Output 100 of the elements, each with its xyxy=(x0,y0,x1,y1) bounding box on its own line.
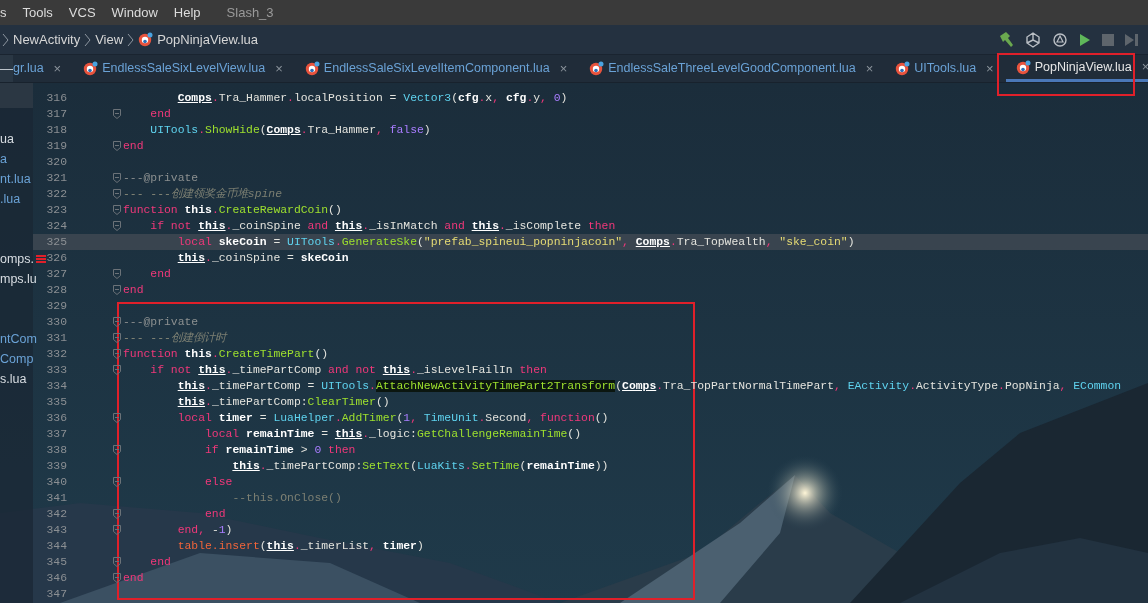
code-line: --- ---创建领奖金币堆spine xyxy=(122,186,283,202)
editor-tab[interactable]: EndlessSaleSixLevelItemComponent.lua × xyxy=(294,55,580,82)
line-number: 330 xyxy=(45,315,67,330)
line-number: 339 xyxy=(45,459,67,474)
line-number: 327 xyxy=(45,267,67,282)
code-line: ---@private xyxy=(122,315,199,330)
fold-icon[interactable] xyxy=(113,269,121,279)
file-name[interactable]: ntCom xyxy=(0,332,37,346)
close-icon[interactable]: × xyxy=(559,58,568,79)
chevron-icon xyxy=(2,32,9,47)
collapse-button[interactable]: — xyxy=(0,55,13,82)
code-line: end xyxy=(149,107,171,122)
fold-icon[interactable] xyxy=(113,573,121,583)
play-icon[interactable] xyxy=(1078,32,1092,48)
chevron-icon xyxy=(127,32,135,47)
file-name[interactable]: omps. xyxy=(0,252,35,266)
menu-item[interactable]: s xyxy=(0,2,7,23)
line-number: 337 xyxy=(45,427,67,442)
line-number: 341 xyxy=(45,491,67,506)
code-line: end xyxy=(149,555,171,570)
line-number: 329 xyxy=(45,299,67,314)
fold-icon[interactable] xyxy=(113,525,121,535)
fold-icon[interactable] xyxy=(113,349,121,359)
menu-item[interactable]: Window xyxy=(111,2,158,23)
close-icon[interactable]: × xyxy=(275,58,283,79)
stop-icon[interactable] xyxy=(1101,33,1115,47)
menu-item[interactable]: Help xyxy=(173,2,201,23)
code-line: ---@private xyxy=(122,171,199,186)
code-line: end, -1) xyxy=(176,523,233,538)
editor-tab[interactable]: EndlessSaleSixLevelView.lua × xyxy=(73,55,295,82)
breadcrumb-item[interactable]: View xyxy=(95,29,124,50)
menu-item[interactable]: Tools xyxy=(22,2,53,23)
line-number: 340 xyxy=(45,475,67,490)
close-icon[interactable]: × xyxy=(53,58,62,79)
code-line: end xyxy=(204,507,226,522)
code-line: table.insert(this._timerList, timer) xyxy=(176,539,424,554)
line-number: 323 xyxy=(45,203,67,218)
line-number: 342 xyxy=(45,507,67,522)
file-name[interactable]: a xyxy=(0,152,7,166)
fold-icon[interactable] xyxy=(113,413,121,423)
step-icon[interactable] xyxy=(1124,33,1140,47)
file-name[interactable]: mps.lu xyxy=(0,272,37,286)
fold-icon[interactable] xyxy=(113,285,121,295)
code-line: local skeCoin = UITools.GenerateSke("prefab_spineui_popninjacoin", Comps.Tra_TopWealth, "ske_coin") xyxy=(176,235,855,250)
code-line: Comps.Tra_Hammer.localPosition = Vector3(cfg.x, cfg.y, 0) xyxy=(176,91,568,106)
code-line: else xyxy=(204,475,233,490)
editor-tab[interactable]: gr.lua × xyxy=(13,55,74,82)
file-name[interactable]: nt.lua xyxy=(0,172,31,186)
line-number: 336 xyxy=(45,411,67,426)
file-icon xyxy=(138,32,154,47)
editor-tab[interactable]: EndlessSaleThreeLevelGoodComponent.lua × xyxy=(579,55,886,82)
fold-icon[interactable] xyxy=(113,221,121,231)
line-number: 335 xyxy=(45,395,67,410)
fold-icon[interactable] xyxy=(113,109,121,119)
file-name[interactable]: Comp xyxy=(0,352,34,366)
line-number: 316 xyxy=(45,91,67,106)
code-line: --this.OnClose() xyxy=(231,491,342,506)
code-line: if remainTime > 0 then xyxy=(204,443,356,458)
fold-icon[interactable] xyxy=(113,141,121,151)
fold-icon[interactable] xyxy=(113,333,121,343)
line-number: 319 xyxy=(45,139,67,154)
line-number: 346 xyxy=(45,571,67,586)
line-number: 328 xyxy=(45,283,67,298)
code-line: end xyxy=(122,571,144,586)
code-line: this._timePartComp:SetText(LuaKits.SetTime(remainTime)) xyxy=(231,459,609,474)
file-name[interactable]: .lua xyxy=(0,192,21,206)
line-number: 344 xyxy=(45,539,67,554)
file-name[interactable]: s.lua xyxy=(0,372,27,386)
file-name[interactable]: ua xyxy=(0,132,14,146)
project-title: Slash_3 xyxy=(226,3,274,22)
code-line: if not this._coinSpine and this._isInMatch and this._isComplete then xyxy=(149,219,616,234)
code-line: function this.CreateTimePart() xyxy=(122,347,329,362)
line-number: 334 xyxy=(45,379,67,394)
fold-icon[interactable] xyxy=(113,477,121,487)
fold-icon[interactable] xyxy=(113,173,121,183)
fold-icon[interactable] xyxy=(113,445,121,455)
breadcrumb-item[interactable]: PopNinjaView.lua xyxy=(157,29,259,50)
fold-icon[interactable] xyxy=(113,509,121,519)
fold-icon[interactable] xyxy=(113,205,121,215)
code-line: local remainTime = this._logic:GetChallengeRemainTime() xyxy=(204,427,582,442)
line-number: 322 xyxy=(45,187,67,202)
fold-icon[interactable] xyxy=(113,557,121,567)
line-number: 325 xyxy=(45,235,67,250)
close-icon[interactable]: × xyxy=(865,58,874,79)
editor-tab[interactable]: UITools.lua × xyxy=(885,55,1006,82)
line-number: 326 xyxy=(45,251,67,266)
close-icon[interactable]: × xyxy=(986,58,994,79)
fold-icon[interactable] xyxy=(113,317,121,327)
line-number: 347 xyxy=(45,587,67,602)
line-number: 333 xyxy=(45,363,67,378)
line-number: 338 xyxy=(45,443,67,458)
breadcrumb-item[interactable]: NewActivity xyxy=(13,29,81,50)
hammer-icon[interactable] xyxy=(997,31,1015,49)
close-icon[interactable]: × xyxy=(1141,57,1148,77)
line-number: 320 xyxy=(45,155,67,170)
line-number: 343 xyxy=(45,523,67,538)
code-line: end xyxy=(122,283,144,298)
fold-icon[interactable] xyxy=(113,365,121,375)
fold-icon[interactable] xyxy=(113,189,121,199)
menu-item[interactable]: VCS xyxy=(68,2,96,23)
